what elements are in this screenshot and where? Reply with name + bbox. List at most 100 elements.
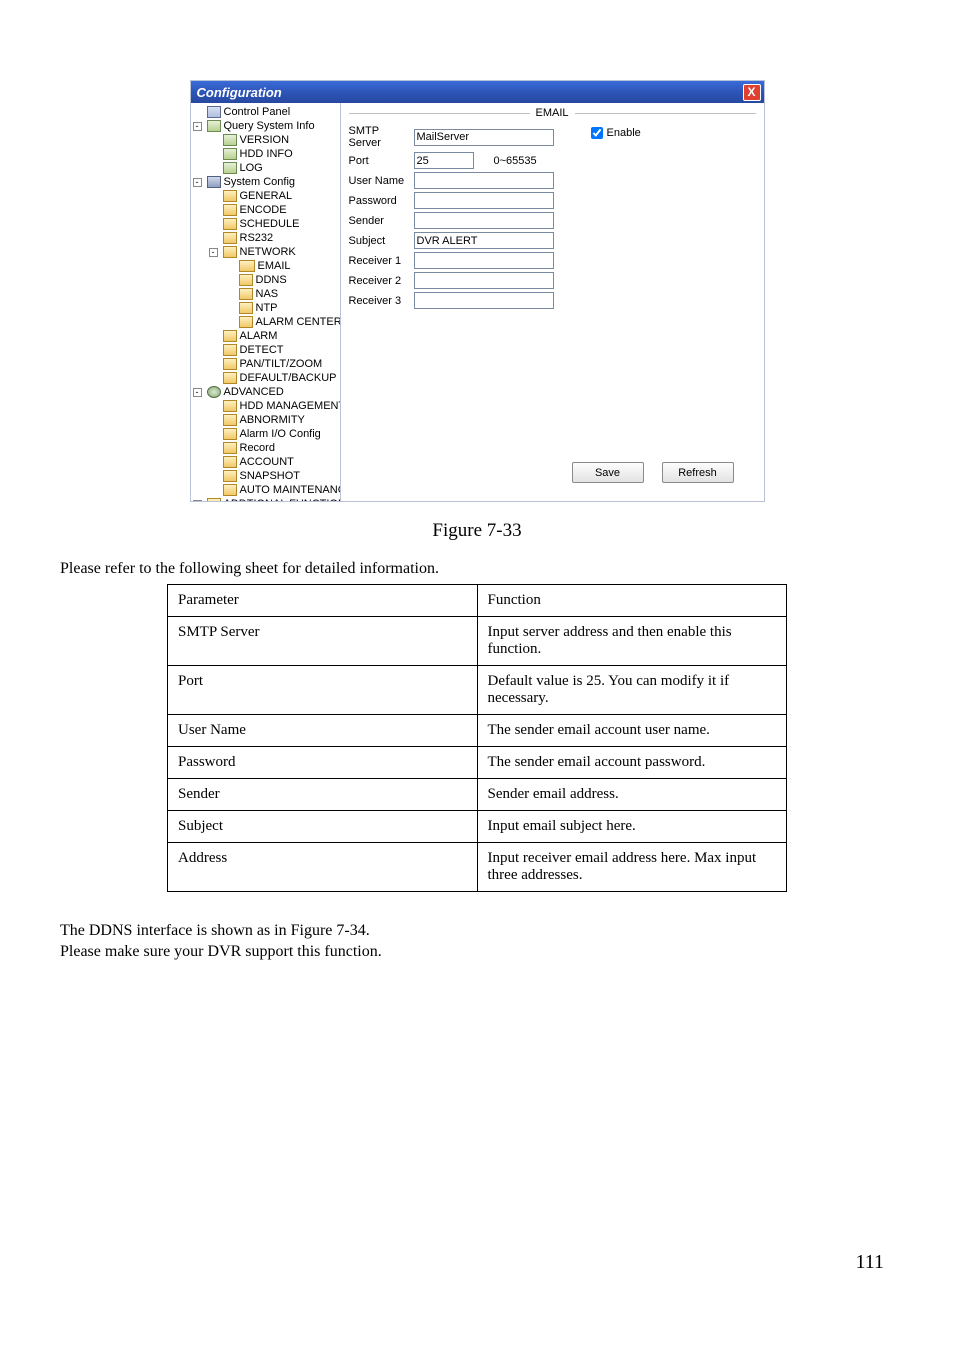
folder-icon bbox=[223, 344, 237, 356]
port-label: Port bbox=[349, 155, 414, 167]
table-row: User NameThe sender email account user n… bbox=[168, 715, 787, 747]
tree-network[interactable]: -NETWORK bbox=[193, 245, 340, 259]
tree-ddns[interactable]: DDNS bbox=[193, 273, 340, 287]
receiver2-label: Receiver 2 bbox=[349, 275, 414, 287]
tree-abnormity[interactable]: ABNORMITY bbox=[193, 413, 340, 427]
password-input[interactable] bbox=[414, 192, 554, 209]
receiver2-input[interactable] bbox=[414, 272, 554, 289]
folder-icon bbox=[223, 428, 237, 440]
expand-icon[interactable]: + bbox=[193, 500, 202, 502]
smtp-input[interactable] bbox=[414, 129, 554, 146]
window-title: Configuration bbox=[197, 85, 282, 100]
tree-log[interactable]: LOG bbox=[193, 161, 340, 175]
row-port: Port 0~65535 bbox=[349, 152, 756, 169]
tree-ptz[interactable]: PAN/TILT/ZOOM bbox=[193, 357, 340, 371]
enable-checkbox[interactable] bbox=[591, 127, 603, 139]
collapse-icon[interactable]: - bbox=[193, 122, 202, 131]
card-icon bbox=[223, 162, 237, 174]
close-icon[interactable]: X bbox=[743, 84, 761, 101]
receiver3-input[interactable] bbox=[414, 292, 554, 309]
folder-icon bbox=[223, 218, 237, 230]
tree-hdd-info[interactable]: HDD INFO bbox=[193, 147, 340, 161]
enable-toggle[interactable]: Enable bbox=[591, 127, 641, 139]
row-receiver3: Receiver 3 bbox=[349, 292, 756, 309]
password-label: Password bbox=[349, 195, 414, 207]
row-password: Password bbox=[349, 192, 756, 209]
table-row: PasswordThe sender email account passwor… bbox=[168, 747, 787, 779]
username-input[interactable] bbox=[414, 172, 554, 189]
receiver1-input[interactable] bbox=[414, 252, 554, 269]
tree-snapshot[interactable]: SNAPSHOT bbox=[193, 469, 340, 483]
nav-tree: Control Panel -Query System Info VERSION… bbox=[191, 103, 341, 501]
folder-icon bbox=[239, 302, 253, 314]
folder-icon bbox=[207, 498, 221, 501]
row-subject: Subject bbox=[349, 232, 756, 249]
tree-email[interactable]: EMAIL bbox=[193, 259, 340, 273]
smtp-label: SMTP Server bbox=[349, 125, 414, 149]
folder-icon bbox=[223, 372, 237, 384]
tree-alarm-center[interactable]: ALARM CENTER bbox=[193, 315, 340, 329]
panel-icon bbox=[207, 106, 221, 118]
folder-icon bbox=[223, 190, 237, 202]
row-smtp: SMTP Server bbox=[349, 125, 756, 149]
tree-nas[interactable]: NAS bbox=[193, 287, 340, 301]
tree-ntp[interactable]: NTP bbox=[193, 301, 340, 315]
tree-account[interactable]: ACCOUNT bbox=[193, 455, 340, 469]
tree-additional[interactable]: +ADDTIONAL FUNCTION bbox=[193, 497, 340, 501]
table-row: SubjectInput email subject here. bbox=[168, 811, 787, 843]
folder-icon bbox=[223, 246, 237, 258]
folder-icon bbox=[223, 414, 237, 426]
tree-default-backup[interactable]: DEFAULT/BACKUP bbox=[193, 371, 340, 385]
tree-record[interactable]: Record bbox=[193, 441, 340, 455]
card-icon bbox=[223, 134, 237, 146]
table-row: SenderSender email address. bbox=[168, 779, 787, 811]
folder-icon bbox=[223, 204, 237, 216]
table-row: SMTP ServerInput server address and then… bbox=[168, 617, 787, 666]
tree-general[interactable]: GENERAL bbox=[193, 189, 340, 203]
tree-alarm-io[interactable]: Alarm I/O Config bbox=[193, 427, 340, 441]
folder-icon bbox=[223, 358, 237, 370]
email-form-panel: EMAIL SMTP Server Port 0~65535 User Name… bbox=[341, 103, 764, 501]
collapse-icon[interactable]: - bbox=[209, 248, 218, 257]
table-header-func: Function bbox=[477, 585, 787, 617]
tree-schedule[interactable]: SCHEDULE bbox=[193, 217, 340, 231]
tree-hdd-mgmt[interactable]: HDD MANAGEMENT bbox=[193, 399, 340, 413]
collapse-icon[interactable]: - bbox=[193, 388, 202, 397]
row-receiver1: Receiver 1 bbox=[349, 252, 756, 269]
port-range: 0~65535 bbox=[494, 155, 537, 167]
sender-input[interactable] bbox=[414, 212, 554, 229]
tree-encode[interactable]: ENCODE bbox=[193, 203, 340, 217]
refresh-button[interactable]: Refresh bbox=[662, 462, 734, 483]
card-icon bbox=[223, 148, 237, 160]
configuration-window: Configuration X Control Panel -Query Sys… bbox=[190, 80, 765, 502]
username-label: User Name bbox=[349, 175, 414, 187]
tree-alarm[interactable]: ALARM bbox=[193, 329, 340, 343]
body-text-2: Please make sure your DVR support this f… bbox=[60, 943, 894, 961]
tree-auto-maint[interactable]: AUTO MAINTENANCE bbox=[193, 483, 340, 497]
tree-detect[interactable]: DETECT bbox=[193, 343, 340, 357]
folder-icon bbox=[223, 484, 237, 496]
tree-root[interactable]: Control Panel bbox=[193, 105, 340, 119]
folder-open-icon bbox=[239, 260, 255, 272]
tool-icon bbox=[207, 176, 221, 188]
subject-input[interactable] bbox=[414, 232, 554, 249]
gears-icon bbox=[207, 386, 221, 398]
save-button[interactable]: Save bbox=[572, 462, 644, 483]
folder-icon bbox=[239, 288, 253, 300]
section-title: EMAIL bbox=[530, 107, 575, 119]
table-row: PortDefault value is 25. You can modify … bbox=[168, 666, 787, 715]
row-sender: Sender bbox=[349, 212, 756, 229]
tree-system-config[interactable]: -System Config bbox=[193, 175, 340, 189]
folder-icon bbox=[223, 442, 237, 454]
folder-icon bbox=[223, 232, 237, 244]
folder-icon bbox=[223, 330, 237, 342]
tree-rs232[interactable]: RS232 bbox=[193, 231, 340, 245]
card-icon bbox=[207, 120, 221, 132]
port-input[interactable] bbox=[414, 152, 474, 169]
tree-advanced[interactable]: -ADVANCED bbox=[193, 385, 340, 399]
tree-version[interactable]: VERSION bbox=[193, 133, 340, 147]
tree-query[interactable]: -Query System Info bbox=[193, 119, 340, 133]
body-text-1: The DDNS interface is shown as in Figure… bbox=[60, 922, 894, 940]
titlebar: Configuration X bbox=[191, 81, 764, 103]
collapse-icon[interactable]: - bbox=[193, 178, 202, 187]
